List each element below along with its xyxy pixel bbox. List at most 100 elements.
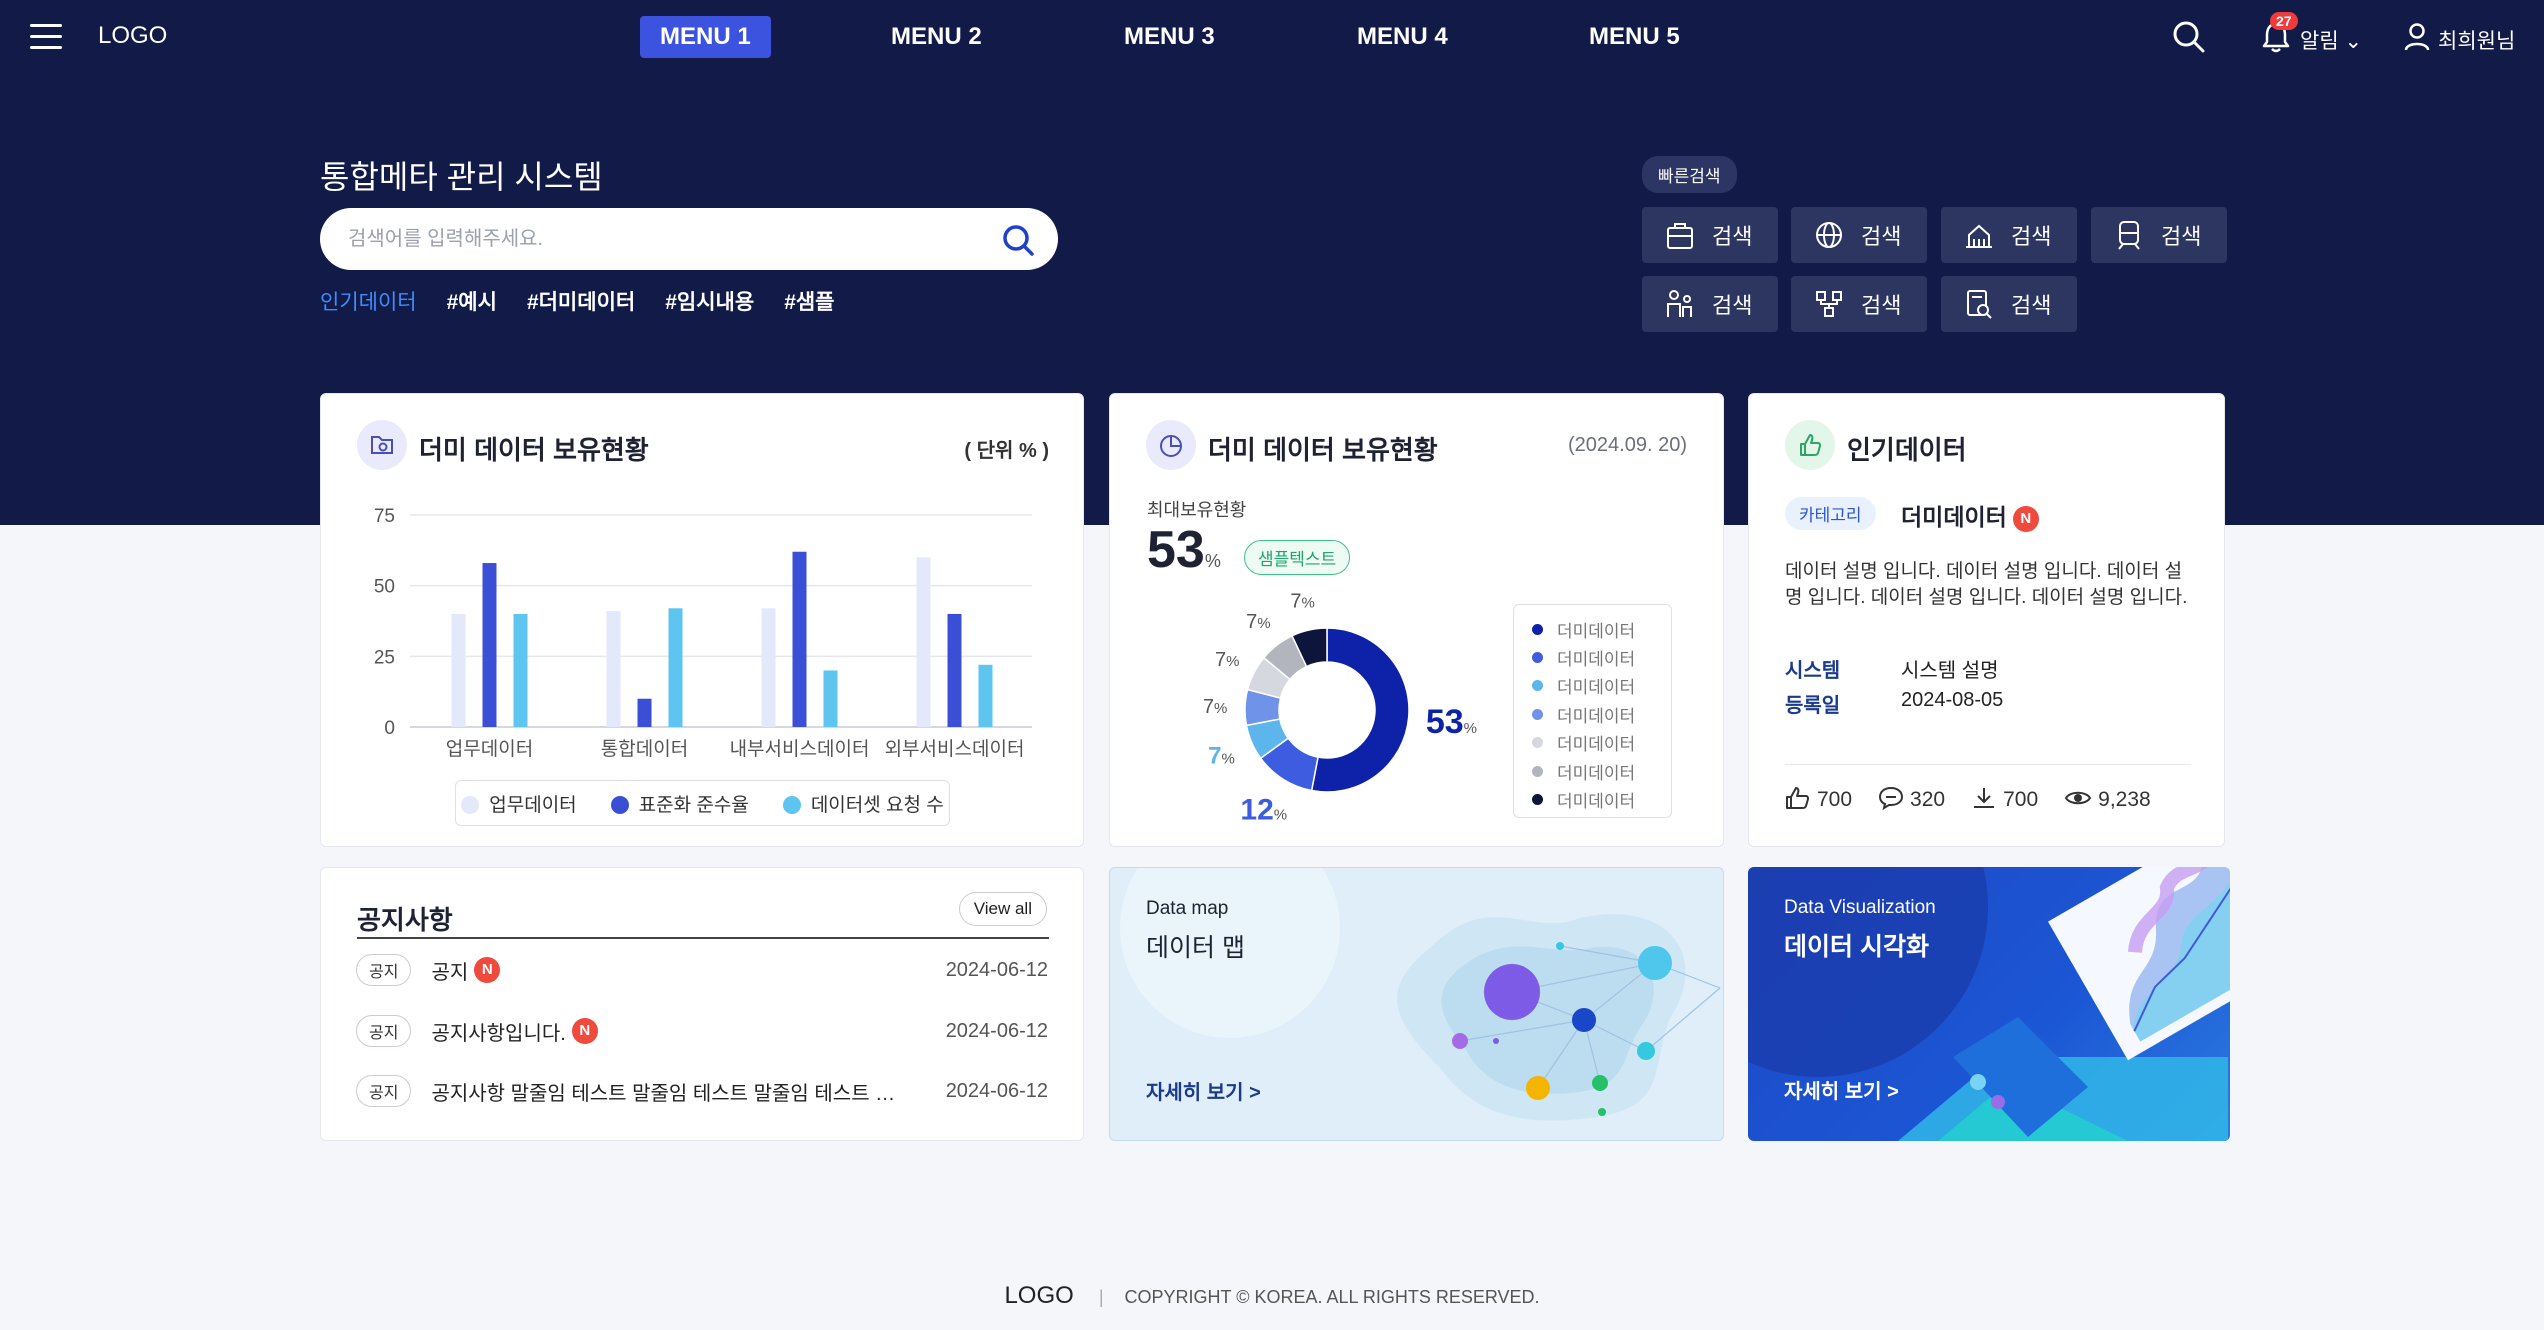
quick-search-button[interactable]: 검색	[1941, 276, 2077, 332]
chevron-down-icon: ⌄	[2344, 30, 2363, 53]
data-title-text: 더미데이터	[1901, 504, 2007, 530]
percent-unit: %	[1301, 594, 1314, 611]
detail-link[interactable]: 자세히 보기 >	[1146, 1076, 1261, 1105]
nav-menu-1[interactable]: MENU 1	[640, 16, 771, 58]
globe-icon	[1816, 222, 1842, 248]
quick-search-button[interactable]: 검색	[1642, 207, 1778, 263]
divider	[1785, 764, 2191, 765]
system-label: 시스템	[1785, 660, 1841, 682]
y-tick-label: 0	[384, 718, 395, 739]
likes-stat[interactable]: 700	[1785, 786, 1852, 812]
data-title[interactable]: 더미데이터 N	[1901, 498, 2039, 532]
quick-search-label: 검색	[1861, 293, 1902, 318]
logo[interactable]: LOGO	[98, 22, 167, 50]
notice-title: 공지사항입니다.	[431, 1022, 566, 1045]
notice-date: 2024-06-12	[945, 1019, 1048, 1042]
legend-item: 더미데이터	[1532, 700, 1671, 728]
download-icon	[1974, 788, 1995, 808]
legend-label: 더미데이터	[1557, 763, 1636, 783]
popular-label: 인기데이터	[320, 291, 417, 314]
nav-menu-4[interactable]: MENU 4	[1337, 16, 1468, 58]
comment-icon	[1879, 786, 1904, 811]
user-name[interactable]: 최희원님	[2438, 25, 2515, 55]
date-label: 등록일	[1785, 695, 1841, 717]
x-tick-label: 내부서비스데이터	[730, 738, 870, 760]
bar	[513, 613, 528, 727]
top-navigation: LOGO MENU 1 MENU 2 MENU 3 MENU 4 MENU 5 …	[0, 0, 2544, 74]
legend-item: 업무데이터	[461, 790, 577, 817]
popular-tags: 인기데이터 #예시 #더미데이터 #임시내용 #샘플	[320, 286, 835, 316]
view-all-button[interactable]: View all	[958, 892, 1047, 926]
percent-unit: %	[1257, 615, 1270, 632]
percent-unit: %	[1274, 807, 1287, 824]
quick-search-label: 검색	[2011, 293, 2052, 318]
search-icon[interactable]	[1000, 222, 1036, 258]
network-icon	[1816, 291, 1842, 317]
quick-search-label: 검색	[1712, 224, 1753, 249]
quick-search-button[interactable]: 검색	[2091, 207, 2227, 263]
percent-label: 12%	[1240, 794, 1287, 827]
percent-label: 53%	[1426, 703, 1477, 741]
bar	[761, 608, 776, 727]
tag-link[interactable]: #샘플	[784, 286, 834, 316]
legend-item: 더미데이터	[1532, 729, 1671, 757]
footer-logo[interactable]: LOGO	[1004, 1282, 1073, 1309]
divider	[357, 937, 1049, 939]
legend-item: 표준화 준수율	[610, 790, 749, 817]
menu-icon[interactable]	[30, 24, 62, 50]
card-eyebrow: Data map	[1146, 898, 1229, 919]
bar	[792, 551, 807, 727]
bar	[978, 664, 993, 727]
data-visualization-card[interactable]: Data Visualization 데이터 시각화 자세히 보기 >	[1748, 867, 2230, 1141]
percent-label: 7%	[1203, 696, 1227, 718]
bar-chart: 0 25 50 75 업무데이터 통합데이터 내부서비스데이터 외부서비스데이터	[374, 506, 1032, 760]
legend-item: 더미데이터	[1532, 672, 1671, 700]
legend-label: 더미데이터	[1557, 621, 1636, 641]
notice-row[interactable]: 공지 공지 N 2024-06-12	[356, 950, 1048, 990]
bar	[451, 613, 466, 727]
briefcase-icon	[1667, 223, 1693, 249]
notice-tag: 공지	[356, 1075, 412, 1107]
thumbs-up-icon	[1785, 420, 1835, 470]
legend-item: 데이터셋 요청 수	[782, 790, 944, 817]
quick-search-button[interactable]: 검색	[1941, 207, 2077, 263]
downloads-stat[interactable]: 700	[1971, 786, 2038, 812]
x-tick-label: 통합데이터	[601, 738, 688, 760]
tag-link[interactable]: #임시내용	[665, 286, 754, 316]
notice-date: 2024-06-12	[945, 958, 1048, 981]
search-input[interactable]	[348, 224, 948, 254]
category-badge[interactable]: 카테고리	[1785, 497, 1876, 530]
notice-row[interactable]: 공지 공지사항입니다. N 2024-06-12	[356, 1011, 1048, 1051]
x-tick-label: 업무데이터	[446, 738, 533, 760]
quick-search-label: 빠른검색	[1642, 156, 1737, 193]
legend-label: 업무데이터	[489, 794, 577, 816]
alarm-dropdown[interactable]: 알림 ⌄	[2300, 25, 2362, 55]
percent-unit: %	[1464, 720, 1477, 737]
card-title: 데이터 맵	[1146, 934, 1245, 962]
thumbs-up-icon	[1786, 787, 1809, 809]
quick-search-label: 검색	[1712, 293, 1753, 318]
nav-menu-2[interactable]: MENU 2	[871, 16, 1002, 58]
detail-link[interactable]: 자세히 보기 >	[1784, 1075, 1899, 1104]
nav-menu-5[interactable]: MENU 5	[1569, 16, 1700, 58]
quick-search-button[interactable]: 검색	[1791, 276, 1927, 332]
user-icon[interactable]	[2404, 22, 2430, 52]
eye-icon	[2064, 791, 2092, 805]
building-icon	[1966, 224, 1992, 248]
notice-tag: 공지	[356, 954, 412, 986]
search-icon[interactable]	[2172, 20, 2206, 54]
legend-item: 더미데이터	[1532, 785, 1671, 813]
comments-stat[interactable]: 320	[1878, 786, 1945, 812]
footer-separator: |	[1098, 1287, 1104, 1307]
bar	[637, 698, 652, 727]
tag-link[interactable]: #예시	[447, 286, 497, 316]
notice-row[interactable]: 공지 공지사항 말줄임 테스트 말줄임 테스트 말줄임 테스트 말줄임 테스트 …	[356, 1071, 1048, 1111]
quick-search-button[interactable]: 검색	[1642, 276, 1778, 332]
tag-link[interactable]: #더미데이터	[527, 286, 635, 316]
data-map-card[interactable]: Data map 데이터 맵 자세히 보기 >	[1109, 867, 1724, 1141]
alarm-count-badge: 27	[2270, 12, 2298, 30]
nav-menu-3[interactable]: MENU 3	[1104, 16, 1235, 58]
legend-label: 데이터셋 요청 수	[810, 794, 944, 816]
views-stat[interactable]: 9,238	[2064, 786, 2151, 812]
quick-search-button[interactable]: 검색	[1791, 207, 1927, 263]
